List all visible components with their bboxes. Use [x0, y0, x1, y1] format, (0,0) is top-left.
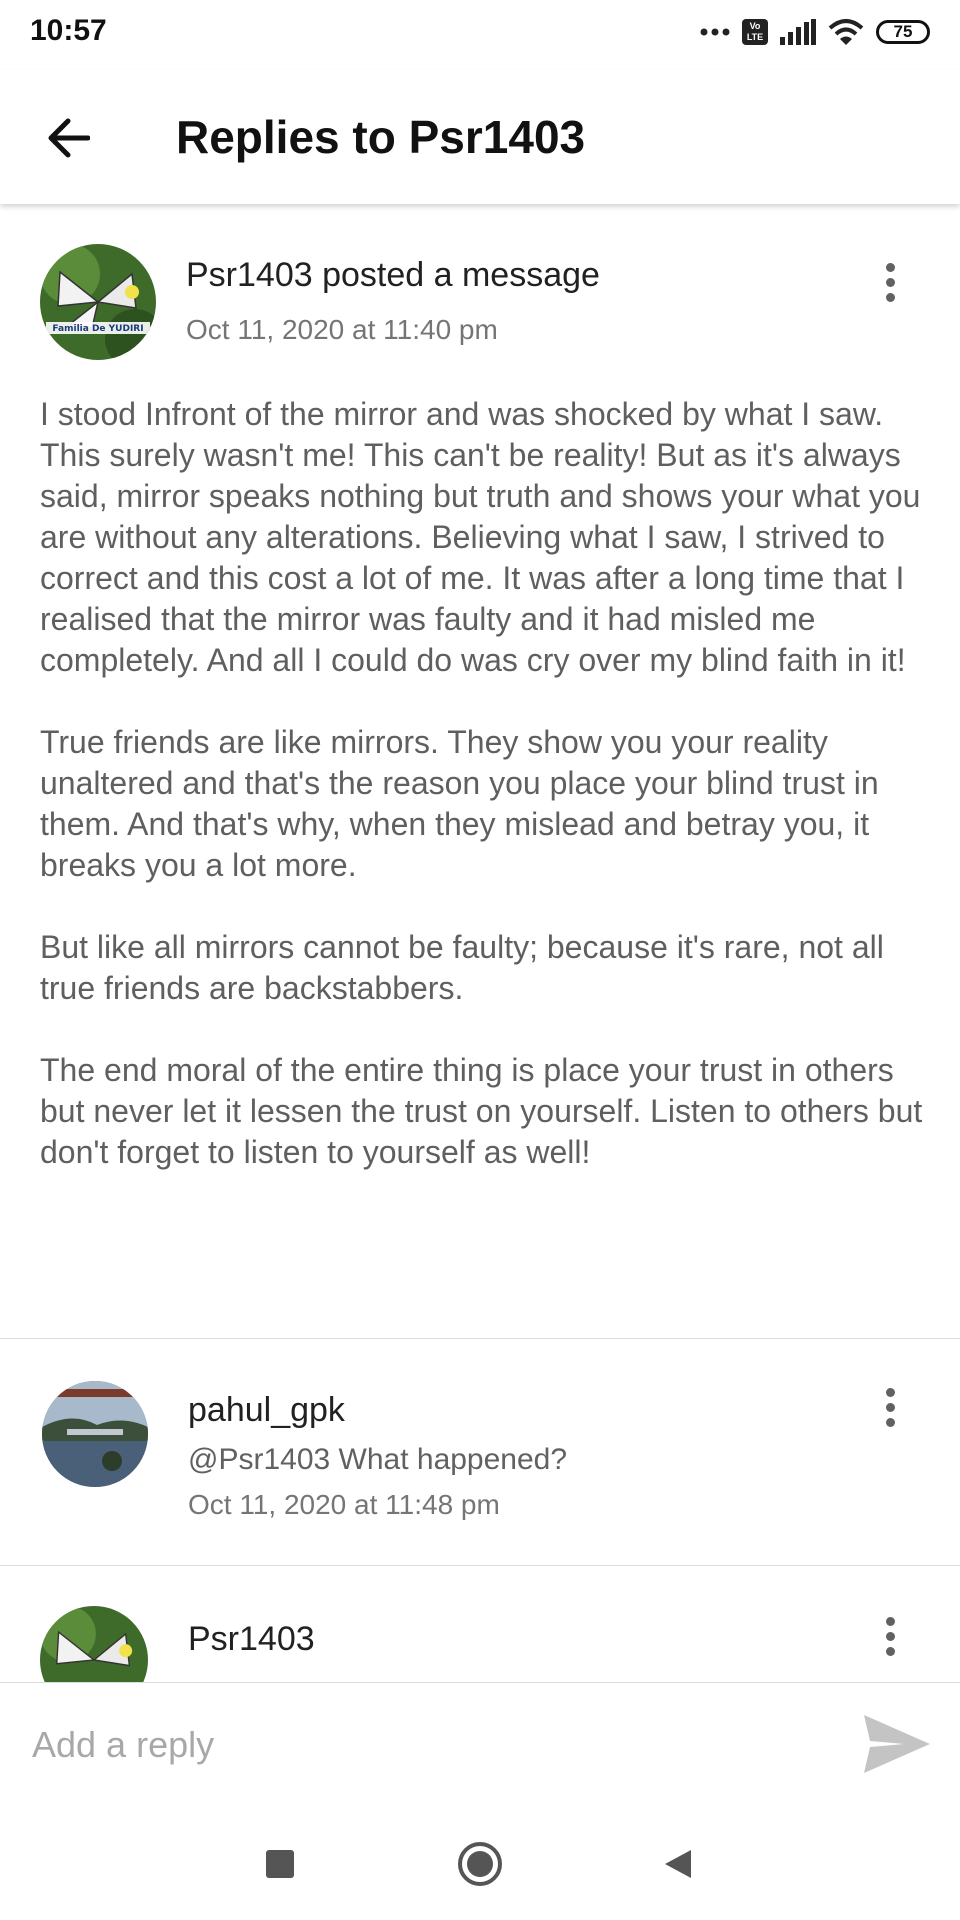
more-dots-icon: [700, 28, 730, 36]
send-button[interactable]: [860, 1709, 932, 1779]
post-timestamp: Oct 11, 2020 at 11:40 pm: [186, 314, 498, 345]
back-button[interactable]: [40, 110, 96, 166]
reply-author-name[interactable]: pahul_gpk: [188, 1391, 345, 1430]
post-avatar[interactable]: Familia De YUDIRI: [40, 244, 156, 360]
butterfly-avatar-image: [40, 1606, 148, 1682]
more-vert-icon: [885, 1616, 895, 1626]
wifi-icon: [828, 19, 864, 45]
post-author-line: Psr1403 posted a message: [186, 256, 600, 295]
post-paragraph: But like all mirrors cannot be faulty; b…: [40, 929, 884, 1006]
more-vert-icon: [885, 1387, 895, 1397]
back-triangle-icon: [665, 1850, 691, 1878]
avatar-caption: Familia De YUDIRI: [52, 324, 143, 334]
reply-text: @Psr1403 What happened?: [188, 1443, 568, 1476]
recents-square-icon: [266, 1850, 294, 1878]
reply-more-options-button[interactable]: [870, 1377, 910, 1437]
reply-composer: [0, 1682, 960, 1806]
reply-timestamp: Oct 11, 2020 at 11:48 pm: [188, 1489, 500, 1520]
battery-icon: 75: [876, 20, 930, 44]
reply-author-name[interactable]: Psr1403: [188, 1620, 315, 1659]
nav-back-button[interactable]: [648, 1834, 708, 1894]
butterfly-avatar-image: Familia De YUDIRI: [40, 244, 156, 360]
reply-avatar[interactable]: [40, 1606, 148, 1682]
signal-icon: [780, 19, 816, 45]
reply-more-options-button[interactable]: [870, 1606, 910, 1666]
home-circle-icon: [458, 1842, 502, 1886]
post-paragraph: True friends are like mirrors. They show…: [40, 724, 879, 883]
page-title: Replies to Psr1403: [176, 111, 586, 163]
post-author-name[interactable]: Psr1403: [186, 256, 313, 294]
reply-input[interactable]: [30, 1709, 834, 1781]
status-time: 10:57: [30, 14, 107, 47]
post-action-text: posted a message: [312, 256, 600, 294]
volte-icon: Vo LTE: [742, 19, 768, 45]
more-vert-icon: [885, 262, 895, 272]
arrow-left-icon: [48, 118, 90, 158]
post-more-options-button[interactable]: [870, 252, 910, 312]
post-body: I stood Infront of the mirror and was sh…: [40, 394, 940, 1214]
post-paragraph: I stood Infront of the mirror and was sh…: [40, 396, 921, 678]
reply-item: pahul_gpk @Psr1403 What happened? Oct 11…: [0, 1339, 960, 1565]
reply-avatar[interactable]: [42, 1381, 148, 1487]
send-icon: [864, 1715, 930, 1773]
system-nav-bar: [0, 1804, 960, 1920]
home-button[interactable]: [450, 1834, 510, 1894]
recents-button[interactable]: [250, 1834, 310, 1894]
reply-item: Psr1403: [0, 1566, 960, 1682]
lake-avatar-image: [42, 1381, 148, 1487]
post-paragraph: The end moral of the entire thing is pla…: [40, 1052, 923, 1170]
status-icons: Vo LTE 75: [700, 18, 930, 46]
app-bar: Replies to Psr1403: [0, 70, 960, 204]
status-bar: 10:57 Vo LTE 75: [0, 0, 960, 70]
